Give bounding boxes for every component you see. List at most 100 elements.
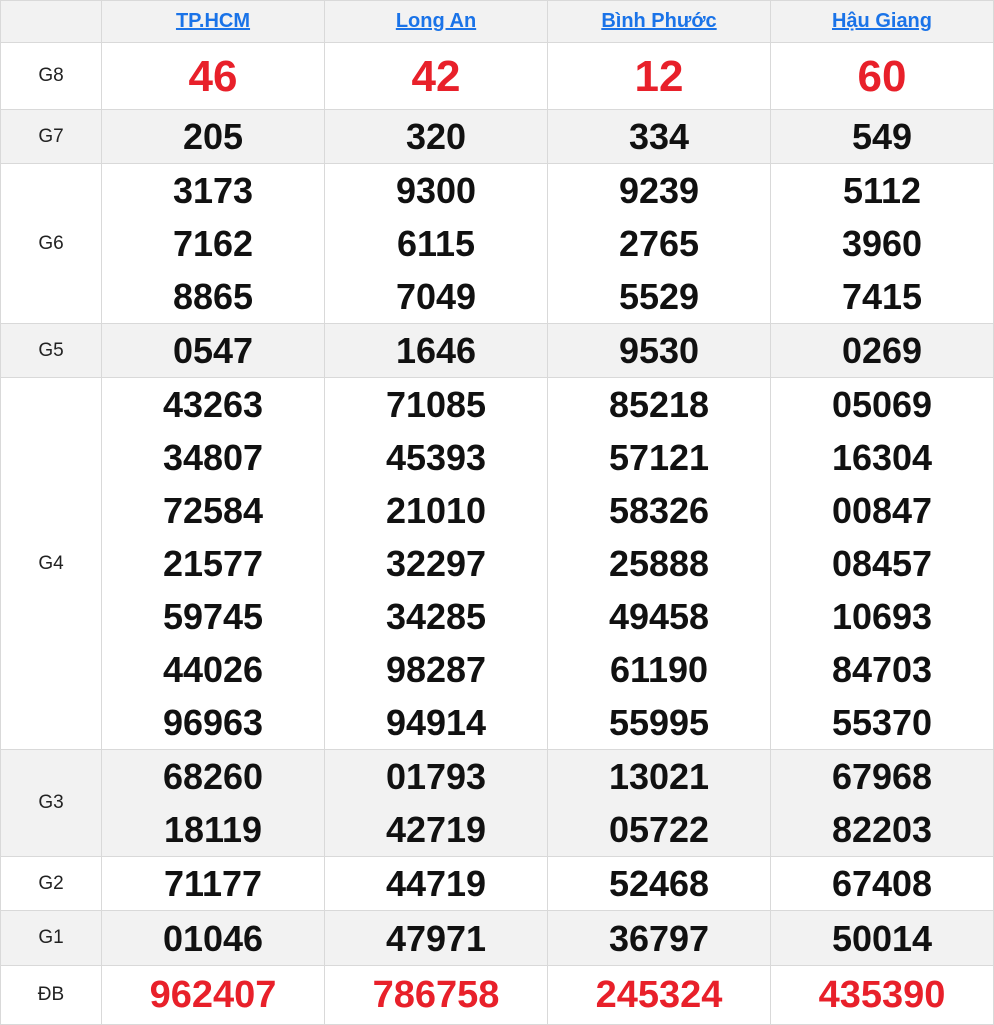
prize-number: 549 [851, 116, 913, 157]
special-prize-number: 245324 [595, 973, 723, 1016]
result-cell: 47971 [324, 910, 548, 966]
prize-number: 44719 [385, 863, 487, 904]
prize-row-g2: G2 71177 44719 52468 67408 [0, 856, 994, 911]
prize-number: 55370 [831, 702, 933, 743]
province-header: TP.HCM [101, 0, 325, 43]
number-list: 85218 57121 58326 25888 49458 61190 55995 [548, 378, 770, 749]
result-cell: 13021 05722 [547, 749, 771, 857]
number-list: 44719 [325, 857, 547, 910]
prize-label: ĐB [0, 965, 102, 1025]
prize-row-g6: G6 3173 7162 8865 9300 6115 7049 9239 2765 5529 51… [0, 163, 994, 324]
prize-number: 16304 [831, 437, 933, 478]
province-link-long-an[interactable]: Long An [396, 10, 476, 32]
result-cell: 9239 2765 5529 [547, 163, 771, 324]
result-cell: 60 [770, 42, 994, 110]
prize-number: 68260 [162, 756, 264, 797]
prize-number: 6115 [396, 223, 476, 264]
prize-label: G8 [0, 42, 102, 110]
result-cell: 46 [101, 42, 325, 110]
result-cell: 36797 [547, 910, 771, 966]
prize-number: 57121 [608, 437, 710, 478]
prize-number: 3173 [172, 170, 254, 211]
number-list: 13021 05722 [548, 750, 770, 856]
prize-number: 3960 [841, 223, 923, 264]
prize-number: 32297 [385, 543, 487, 584]
prize-number: 55995 [608, 702, 710, 743]
prize-number: 12 [634, 51, 684, 101]
prize-number: 85218 [608, 384, 710, 425]
result-cell: 549 [770, 109, 994, 164]
number-list: 9239 2765 5529 [548, 164, 770, 323]
result-cell: 320 [324, 109, 548, 164]
prize-number: 00847 [831, 490, 933, 531]
result-cell: 9530 [547, 323, 771, 378]
result-cell: 67968 82203 [770, 749, 994, 857]
result-cell: 44719 [324, 856, 548, 911]
result-cell: 50014 [770, 910, 994, 966]
prize-number: 96963 [162, 702, 264, 743]
result-cell: 67408 [770, 856, 994, 911]
province-link-hau-giang[interactable]: Hậu Giang [832, 10, 932, 32]
result-cell: 12 [547, 42, 771, 110]
number-list: 320 [325, 110, 547, 163]
number-list: 245324 [548, 969, 770, 1022]
prize-number: 60 [857, 51, 907, 101]
number-list: 9300 6115 7049 [325, 164, 547, 323]
prize-number: 84703 [831, 649, 933, 690]
prize-number: 5112 [842, 170, 922, 211]
special-prize-number: 435390 [818, 973, 946, 1016]
result-cell: 334 [547, 109, 771, 164]
prize-row-db: ĐB 962407 786758 245324 435390 [0, 965, 994, 1025]
province-link-binh-phuoc[interactable]: Bình Phước [601, 10, 716, 32]
prize-label: G5 [0, 323, 102, 378]
prize-number: 72584 [162, 490, 264, 531]
prize-number: 7049 [395, 276, 477, 317]
province-link-tphcm[interactable]: TP.HCM [176, 10, 250, 32]
prize-number: 71085 [385, 384, 487, 425]
header-row: TP.HCM Long An Bình Phước Hậu Giang [0, 0, 994, 43]
number-list: 12 [548, 50, 770, 103]
prize-label: G6 [0, 163, 102, 324]
prize-number: 05069 [831, 384, 933, 425]
number-list: 67968 82203 [771, 750, 993, 856]
prize-number: 67408 [831, 863, 933, 904]
result-cell: 435390 [770, 965, 994, 1025]
prize-number: 2765 [618, 223, 700, 264]
lottery-results-table: TP.HCM Long An Bình Phước Hậu Giang G8 46… [0, 0, 994, 1025]
prize-row-g7: G7 205 320 334 549 [0, 109, 994, 164]
prize-number: 42 [411, 51, 461, 101]
prize-number: 320 [405, 116, 467, 157]
number-list: 47971 [325, 912, 547, 965]
number-list: 01046 [102, 912, 324, 965]
result-cell: 5112 3960 7415 [770, 163, 994, 324]
prize-number: 49458 [608, 596, 710, 637]
prize-label: G4 [0, 377, 102, 750]
prize-number: 9530 [618, 330, 700, 371]
number-list: 549 [771, 110, 993, 163]
prize-number: 42719 [385, 809, 487, 850]
number-list: 5112 3960 7415 [771, 164, 993, 323]
result-cell: 205 [101, 109, 325, 164]
result-cell: 962407 [101, 965, 325, 1025]
number-list: 71085 45393 21010 32297 34285 98287 94914 [325, 378, 547, 749]
result-cell: 1646 [324, 323, 548, 378]
prize-number: 34285 [385, 596, 487, 637]
number-list: 05069 16304 00847 08457 10693 84703 55370 [771, 378, 993, 749]
prize-label: G3 [0, 749, 102, 857]
number-list: 01793 42719 [325, 750, 547, 856]
province-header: Long An [324, 0, 548, 43]
number-list: 68260 18119 [102, 750, 324, 856]
prize-number: 59745 [162, 596, 264, 637]
number-list: 46 [102, 50, 324, 103]
result-cell: 52468 [547, 856, 771, 911]
number-list: 0269 [771, 324, 993, 377]
prize-number: 46 [188, 51, 238, 101]
prize-number: 0269 [841, 330, 923, 371]
prize-number: 334 [628, 116, 690, 157]
number-list: 71177 [102, 857, 324, 910]
prize-label: G7 [0, 109, 102, 164]
prize-number: 21010 [385, 490, 487, 531]
number-list: 3173 7162 8865 [102, 164, 324, 323]
number-list: 36797 [548, 912, 770, 965]
prize-row-g1: G1 01046 47971 36797 50014 [0, 910, 994, 966]
